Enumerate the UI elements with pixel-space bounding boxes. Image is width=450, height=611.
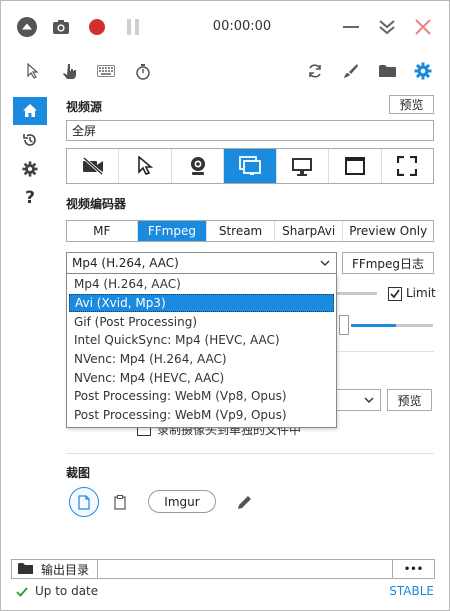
update-status: Up to date <box>35 584 99 598</box>
output-path-field[interactable] <box>98 560 392 578</box>
pause-icon[interactable] <box>121 15 145 39</box>
encoder-select[interactable]: Mp4 (H.264, AAC) <box>66 252 337 274</box>
help-icon[interactable]: ? <box>13 184 47 212</box>
tab-ffmpeg[interactable]: FFmpeg <box>137 221 208 241</box>
output-folder-bar: 输出目录 ••• <box>11 559 435 579</box>
fullscreen-icon[interactable] <box>382 149 433 183</box>
collapse-icon[interactable] <box>15 15 39 39</box>
dropdown-option[interactable]: Post Processing: WebM (Vp8, Opus) <box>67 387 336 406</box>
history-icon[interactable] <box>13 126 47 154</box>
status-bar: Up to date STABLE <box>1 579 449 609</box>
quality-slider-fill <box>351 324 396 327</box>
quality-slider-thumb[interactable] <box>339 315 349 335</box>
encoder-dropdown-list: Mp4 (H.264, AAC) Avi (Xvid, Mp3) Gif (Po… <box>66 273 337 428</box>
settings-icon[interactable] <box>411 59 435 83</box>
section-divider <box>66 453 434 454</box>
record-icon[interactable] <box>85 15 109 39</box>
video-source-label: 视频源 <box>66 100 103 114</box>
title-bar: 00:00:00 <box>1 1 449 53</box>
encoder-select-value: Mp4 (H.264, AAC) <box>72 256 179 270</box>
refresh-icon[interactable] <box>303 59 327 83</box>
ffmpeg-log-button[interactable]: FFmpeg日志 <box>342 252 434 274</box>
cursor-icon[interactable] <box>21 59 45 83</box>
folder-icon[interactable] <box>375 59 399 83</box>
side-nav: ? <box>13 97 47 213</box>
toolbar <box>1 57 449 85</box>
screenshot-icon[interactable] <box>49 15 73 39</box>
dropdown-option[interactable]: NVenc: Mp4 (HEVC, AAC) <box>67 368 336 387</box>
video-encoder-label: 视频编码器 <box>66 197 127 211</box>
imgur-button[interactable]: Imgur <box>148 490 216 513</box>
monitor-icon[interactable] <box>277 149 330 183</box>
pencil-icon[interactable] <box>235 493 253 511</box>
stopwatch-icon[interactable] <box>131 59 155 83</box>
keyboard-icon[interactable] <box>94 59 118 83</box>
source-preview-button[interactable]: 预览 <box>389 95 434 114</box>
tab-mf[interactable]: MF <box>67 221 138 241</box>
output-folder-button[interactable]: 输出目录 <box>12 560 98 578</box>
quality-slider-track[interactable] <box>396 324 433 327</box>
save-to-file-icon[interactable] <box>69 487 99 517</box>
no-video-icon[interactable] <box>67 149 120 183</box>
expand-icon[interactable] <box>375 15 399 39</box>
minimize-icon[interactable] <box>339 15 363 39</box>
tab-preview-only[interactable]: Preview Only <box>343 221 433 241</box>
dropdown-option-highlighted[interactable]: Avi (Xvid, Mp3) <box>69 293 334 313</box>
video-source-modes <box>66 148 434 184</box>
window-icon[interactable] <box>329 149 382 183</box>
dropdown-option[interactable]: Gif (Post Processing) <box>67 312 336 331</box>
dropdown-option[interactable]: Post Processing: WebM (Vp9, Opus) <box>67 406 336 425</box>
elapsed-timer: 00:00:00 <box>212 19 272 34</box>
limit-checkbox[interactable] <box>388 287 402 301</box>
output-folder-label: 输出目录 <box>41 562 90 577</box>
click-hand-icon[interactable] <box>58 59 82 83</box>
release-channel[interactable]: STABLE <box>389 584 434 598</box>
dropdown-option[interactable]: Intel QuickSync: Mp4 (HEVC, AAC) <box>67 331 336 350</box>
dropdown-option[interactable]: NVenc: Mp4 (H.264, AAC) <box>67 350 336 369</box>
video-source-field[interactable]: 全屏 <box>66 120 434 141</box>
webcam-preview-button[interactable]: 预览 <box>387 389 432 411</box>
encoder-tabs: MF FFmpeg Stream SharpAvi Preview Only <box>66 220 434 242</box>
fps-slider-track[interactable] <box>337 292 377 295</box>
home-icon[interactable] <box>13 97 47 125</box>
region-cursor-icon[interactable] <box>119 149 172 183</box>
crop-label: 裁图 <box>66 466 91 480</box>
gear-icon[interactable] <box>13 155 47 183</box>
folder-icon <box>18 563 33 574</box>
tab-stream[interactable]: Stream <box>207 221 275 241</box>
help-label: ? <box>25 188 35 208</box>
webcam-icon[interactable] <box>172 149 225 183</box>
limit-label: Limit <box>406 286 436 300</box>
clipboard-icon[interactable] <box>111 493 129 511</box>
chevron-down-icon <box>364 394 374 408</box>
more-button[interactable]: ••• <box>392 560 434 578</box>
close-icon[interactable] <box>411 15 435 39</box>
capture-window: 00:00:00 ? 视频源 预览 全屏 视频编码器 MF FFmpeg Str… <box>0 0 450 611</box>
chevron-down-icon <box>320 257 330 271</box>
checkmark-icon <box>16 587 28 597</box>
dropdown-option[interactable]: Mp4 (H.264, AAC) <box>67 275 336 294</box>
brush-icon[interactable] <box>339 59 363 83</box>
screen-icon[interactable] <box>224 149 277 183</box>
tab-sharpavi[interactable]: SharpAvi <box>275 221 344 241</box>
